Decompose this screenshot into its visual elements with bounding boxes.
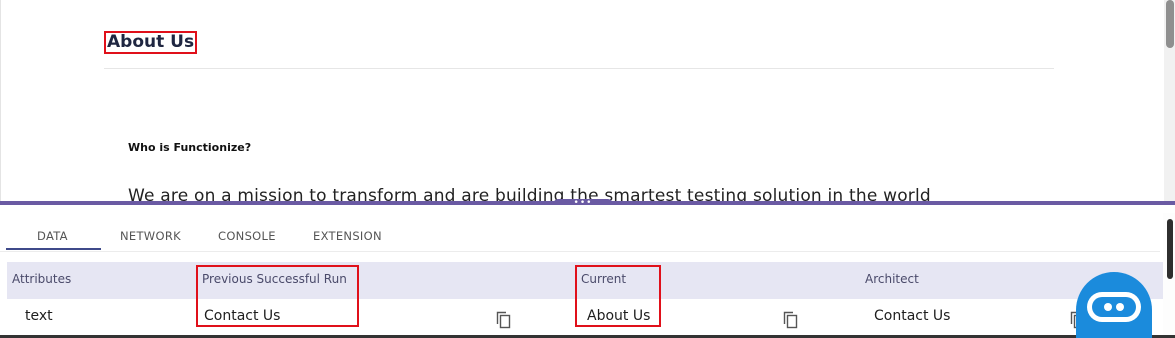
page-preview: About Us Who is Functionize? We are on a…: [0, 0, 1175, 202]
inspector-panel: DATA NETWORK CONSOLE EXTENSION Attribute…: [0, 205, 1175, 338]
page-scrollbar[interactable]: [1164, 0, 1175, 202]
active-tab-indicator: [6, 248, 101, 250]
cell-attribute: text: [25, 308, 53, 324]
chatbot-visor: [1092, 297, 1136, 317]
panel-scrollbar[interactable]: [1163, 213, 1175, 335]
paragraph-text: We are on a mission to transform and are…: [128, 186, 931, 202]
chatbot-icon: [1087, 292, 1141, 322]
column-header-attributes: Attributes: [12, 272, 72, 286]
highlight-previous-run: [196, 265, 359, 327]
column-header-architect: Architect: [865, 272, 919, 286]
highlight-current: [575, 265, 661, 327]
chatbot-eye-right: [1116, 303, 1124, 311]
tab-bar: DATA NETWORK CONSOLE EXTENSION: [0, 205, 1160, 252]
cell-architect: Contact Us: [874, 308, 951, 324]
heading-divider: [104, 68, 1054, 69]
tab-console[interactable]: CONSOLE: [218, 229, 276, 243]
tab-data[interactable]: DATA: [37, 229, 68, 243]
tab-extension[interactable]: EXTENSION: [313, 229, 382, 243]
panel-scroll-thumb[interactable]: [1167, 219, 1173, 279]
copy-icon[interactable]: [783, 311, 799, 329]
copy-icon[interactable]: [496, 311, 512, 329]
page-scroll-thumb[interactable]: [1166, 0, 1174, 48]
chatbot-button[interactable]: [1076, 272, 1152, 338]
section-title: Who is Functionize?: [128, 141, 252, 154]
page-heading[interactable]: About Us: [104, 31, 198, 54]
tab-network[interactable]: NETWORK: [120, 229, 181, 243]
chatbot-eye-left: [1104, 303, 1112, 311]
